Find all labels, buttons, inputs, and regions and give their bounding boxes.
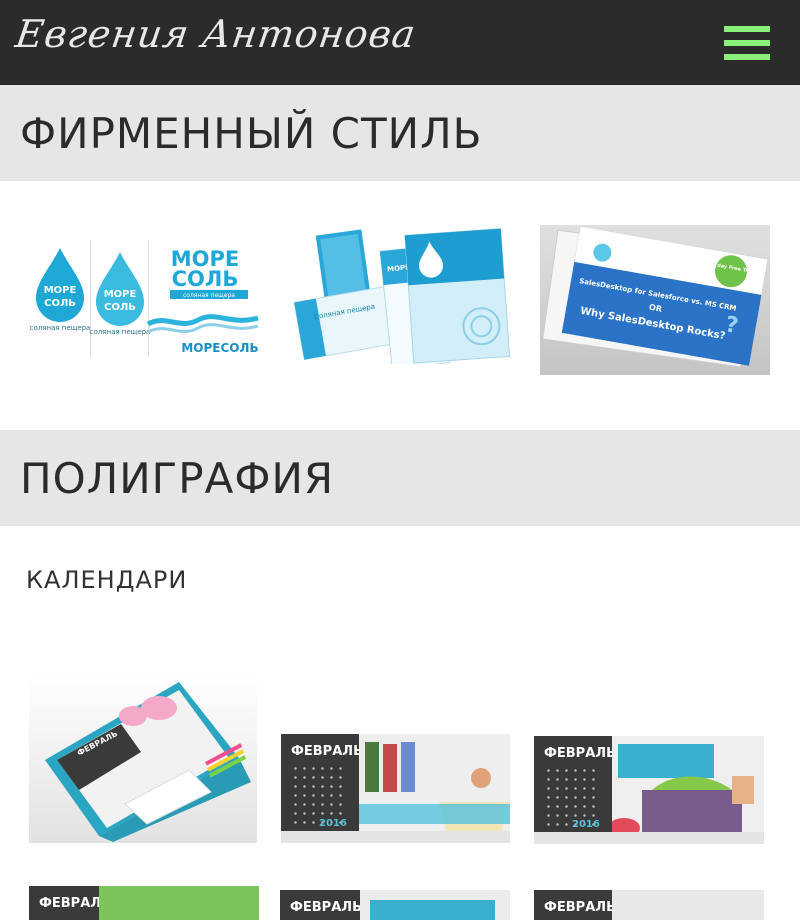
logo-drop-word: СОЛЬ [44, 298, 76, 309]
calendar-month: ФЕВРАЛЬ [291, 744, 363, 759]
logo-wordmark-bottom: СОЛЬ [172, 267, 239, 291]
logo-drop-caption: соляная пещера [90, 328, 151, 336]
calendar-illustration [99, 886, 259, 920]
hamburger-menu-icon[interactable] [724, 26, 770, 60]
calendar-textbox [370, 900, 495, 920]
portfolio-thumb-mores-cards[interactable]: Соляная пещера МОРЕ СОЛЬ [284, 226, 514, 364]
portfolio-thumb-calendar-page[interactable]: ФЕВРАЛЬ 2016 [534, 736, 764, 844]
desk-calendar-art: ФЕВРАЛЬ [45, 682, 251, 842]
calendar-grid [291, 764, 346, 824]
calendar-illustration [359, 734, 510, 843]
bathtub-illustration [359, 734, 510, 843]
section-title: ФИРМЕННЫЙ СТИЛЬ [20, 109, 483, 158]
logo-drop-word: МОРЕ [104, 289, 137, 300]
portfolio-thumb-desk-calendar[interactable]: ФЕВРАЛЬ [29, 672, 257, 843]
calendar-grid [544, 766, 599, 826]
calendar-year: 2016 [572, 819, 600, 830]
logo-drop-word: СОЛЬ [104, 302, 136, 313]
subsection-title: КАЛЕНДАРИ [26, 566, 188, 594]
calendar-month: ФЕВРАЛЬ [544, 746, 616, 761]
logo-wordmark-wide: МОРЕСОЛЬ [181, 341, 258, 355]
salesdesktop-art: 14 day Free Trial SalesDesktop for Sales… [542, 226, 768, 368]
portfolio-thumb-salesdesktop[interactable]: 14 day Free Trial SalesDesktop for Sales… [540, 225, 770, 375]
logo-wordmark-caption: соляная пещера [183, 292, 235, 299]
portfolio-thumb-calendar-page[interactable]: ФЕВРАЛЬ [534, 890, 764, 920]
suitcase-illustration [608, 736, 764, 844]
calendar-illustration [608, 736, 764, 844]
menu-bar [724, 40, 770, 46]
calendar-month: ФЕВРАЛЬ [544, 900, 616, 915]
section-header-printing: ПОЛИГРАФИЯ [0, 430, 800, 526]
portfolio-thumb-calendar-page[interactable]: ФЕВРАЛЬ [29, 886, 259, 920]
mores-logo-art: МОРЕ СОЛЬ соляная пещера МОРЕ СОЛЬ солян… [30, 240, 259, 356]
menu-bar [724, 26, 770, 32]
mores-cards-art: Соляная пещера МОРЕ СОЛЬ [293, 228, 511, 364]
site-header: Евгения Антонова [0, 0, 800, 85]
calendar-footer [534, 832, 764, 844]
calendar-month: ФЕВРАЛЬ [290, 900, 362, 915]
portfolio-thumb-mores-logo[interactable]: МОРЕ СОЛЬ соляная пещера МОРЕ СОЛЬ солян… [30, 226, 260, 360]
portfolio-thumb-calendar-page[interactable]: ФЕВРАЛЬ 2016 [281, 734, 510, 843]
logo-drop-word: МОРЕ [44, 285, 77, 296]
section-header-corporate: ФИРМЕННЫЙ СТИЛЬ [0, 85, 800, 181]
site-logo[interactable]: Евгения Антонова [13, 12, 419, 56]
logo-drop-caption: соляная пещера [30, 324, 90, 332]
calendar-footer [281, 831, 510, 843]
calendar-illustration [612, 890, 764, 920]
portfolio-thumb-calendar-page[interactable]: ФЕВРАЛЬ [280, 890, 510, 920]
calendar-year: 2016 [319, 818, 347, 829]
section-title: ПОЛИГРАФИЯ [20, 454, 335, 503]
menu-bar [724, 54, 770, 60]
